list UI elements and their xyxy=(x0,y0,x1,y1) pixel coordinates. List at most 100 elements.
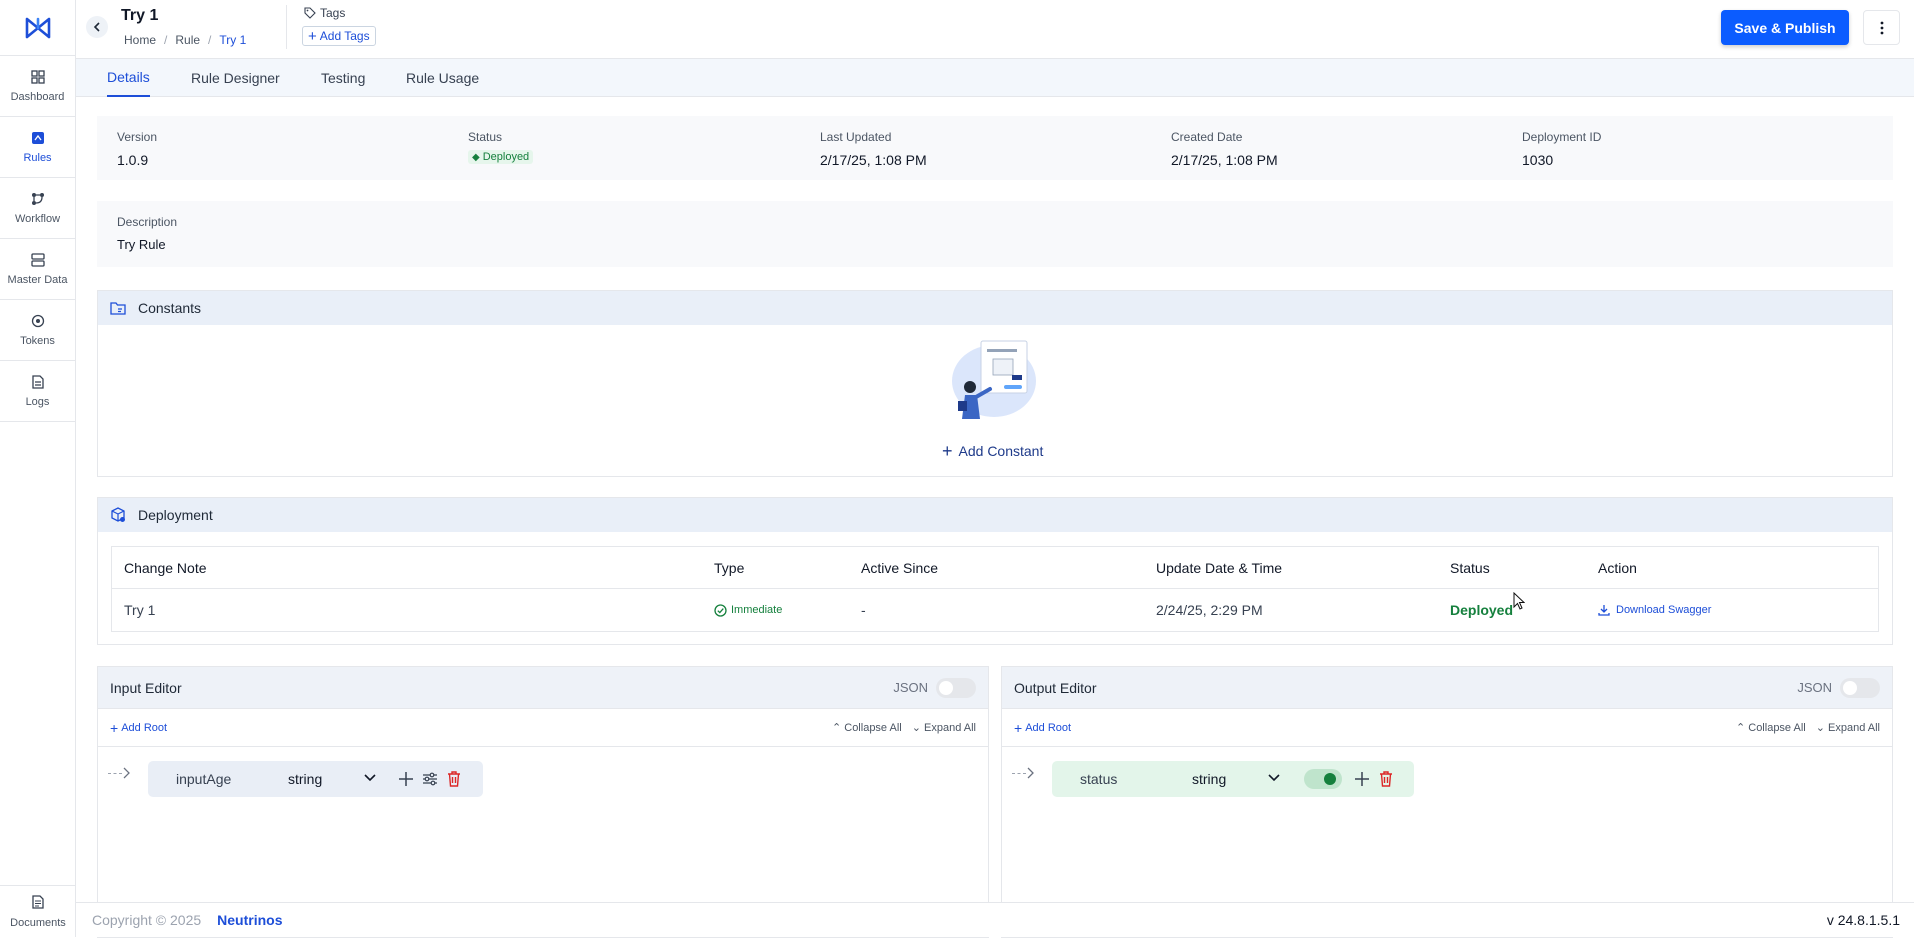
collapse-all-button[interactable]: ⌃ Collapse All xyxy=(832,721,902,734)
download-swagger-link[interactable]: Download Swagger xyxy=(1598,589,1711,631)
chevron-down-icon[interactable] xyxy=(364,774,376,782)
tree-connector xyxy=(108,773,122,774)
column-header-change-note: Change Note xyxy=(124,560,207,576)
deployment-title: Deployment xyxy=(138,507,213,523)
add-root-button[interactable]: + Add Root xyxy=(110,721,167,735)
json-toggle-label: JSON xyxy=(893,680,928,695)
sidebar-item-label: Tokens xyxy=(20,335,55,347)
output-editor-toolbar: + Add Root ⌃ Collapse All ⌄ Expand All xyxy=(1002,709,1892,747)
constants-title: Constants xyxy=(138,300,202,316)
sidebar-item-label: Rules xyxy=(23,152,52,164)
plus-icon: + xyxy=(110,719,119,736)
deployment-id-field: Deployment ID 1030 xyxy=(1522,130,1601,168)
json-toggle[interactable] xyxy=(936,677,976,698)
output-editor-header: Output Editor JSON xyxy=(1002,667,1892,709)
app-version: v 24.8.1.5.1 xyxy=(1826,912,1900,928)
collapse-all-button[interactable]: ⌃ Collapse All xyxy=(1736,721,1806,734)
chevron-up-icon: ⌃ xyxy=(1735,722,1746,734)
column-header-active-since: Active Since xyxy=(861,560,939,576)
node-type-select[interactable]: string xyxy=(288,771,322,787)
node-name[interactable]: inputAge xyxy=(176,771,231,787)
breadcrumb-home[interactable]: Home xyxy=(124,33,156,47)
expand-all-button[interactable]: ⌄ Expand All xyxy=(1816,721,1880,734)
sidebar-item-workflow[interactable]: Workflow xyxy=(0,178,75,239)
save-publish-button[interactable]: Save & Publish xyxy=(1721,10,1849,45)
trash-icon[interactable] xyxy=(1379,771,1393,787)
add-tags-label: Add Tags xyxy=(319,29,370,43)
sidebar-item-tokens[interactable]: Tokens xyxy=(0,300,75,361)
neutrinos-logo-icon xyxy=(25,17,50,38)
breadcrumb-rule[interactable]: Rule xyxy=(175,33,200,47)
chevron-right-icon[interactable] xyxy=(1027,767,1035,779)
expand-all-button[interactable]: ⌄ Expand All xyxy=(912,721,976,734)
plus-icon: + xyxy=(1014,719,1023,736)
sidebar-item-rules[interactable]: Rules xyxy=(0,117,75,178)
status-cell: Deployed xyxy=(1450,602,1514,618)
created-date-value: 2/17/25, 1:08 PM xyxy=(1171,152,1278,168)
json-toggle-group: JSON xyxy=(893,677,976,698)
sidebar-item-master-data[interactable]: Master Data xyxy=(0,239,75,300)
chevron-right-icon[interactable] xyxy=(123,767,131,779)
sidebar-item-label: Dashboard xyxy=(10,91,65,103)
description-card: Description Try Rule xyxy=(97,201,1893,267)
version-label: Version xyxy=(117,130,158,144)
more-options-button[interactable] xyxy=(1863,10,1900,45)
node-type-select[interactable]: string xyxy=(1192,771,1226,787)
logo[interactable] xyxy=(0,0,75,56)
tab-testing[interactable]: Testing xyxy=(321,59,365,97)
description-value: Try Rule xyxy=(117,237,166,252)
column-header-status: Status xyxy=(1450,560,1490,576)
sidebar-item-label: Logs xyxy=(25,396,50,408)
footer: Copyright © 2025 Neutrinos v 24.8.1.5.1 xyxy=(76,902,1914,937)
tab-rule-designer[interactable]: Rule Designer xyxy=(191,59,280,97)
sidebar-item-logs[interactable]: Logs xyxy=(0,361,75,422)
breadcrumb: Home / Rule / Try 1 xyxy=(124,33,246,47)
column-header-action: Action xyxy=(1598,560,1637,576)
add-root-button[interactable]: + Add Root xyxy=(1014,721,1071,735)
toggle-knob xyxy=(1324,773,1336,785)
more-vertical-icon xyxy=(1880,21,1883,34)
type-value: Immediate xyxy=(731,604,783,616)
sidebar-item-documents[interactable]: Documents xyxy=(0,885,76,937)
sidebar-item-dashboard[interactable]: Dashboard xyxy=(0,56,75,117)
output-node[interactable]: status string xyxy=(1052,761,1414,797)
documents-label: Documents xyxy=(10,916,66,929)
status-value: Deployed xyxy=(482,151,530,163)
back-button[interactable] xyxy=(86,16,108,38)
trash-icon[interactable] xyxy=(447,771,461,787)
divider xyxy=(286,5,287,49)
node-active-toggle[interactable] xyxy=(1304,769,1342,789)
expand-all-label: Expand All xyxy=(1828,722,1880,734)
input-editor-header: Input Editor JSON xyxy=(98,667,988,709)
add-tags-button[interactable]: + Add Tags xyxy=(302,26,376,46)
plus-icon: + xyxy=(308,27,317,45)
json-toggle-group: JSON xyxy=(1797,677,1880,698)
chevron-down-icon[interactable] xyxy=(1268,774,1280,782)
tab-rule-usage[interactable]: Rule Usage xyxy=(406,59,479,97)
documents-icon xyxy=(31,894,45,912)
json-toggle[interactable] xyxy=(1840,677,1880,698)
download-icon xyxy=(1598,605,1610,616)
json-toggle-label: JSON xyxy=(1797,680,1832,695)
status-badge: ◆ Deployed xyxy=(468,150,534,164)
constants-section: Constants + Add Constant xyxy=(97,290,1893,477)
input-node[interactable]: inputAge string xyxy=(148,761,483,797)
settings-sliders-icon[interactable] xyxy=(422,772,438,786)
add-constant-button[interactable]: + Add Constant xyxy=(942,442,1043,460)
brand-link[interactable]: Neutrinos xyxy=(217,912,282,928)
folder-icon xyxy=(110,302,126,315)
add-child-icon[interactable] xyxy=(1354,771,1370,787)
add-child-icon[interactable] xyxy=(398,771,414,787)
collapse-all-label: Collapse All xyxy=(844,722,902,734)
sidebar: Dashboard Rules Workflow Master Data Tok… xyxy=(0,0,76,937)
deployment-table: Change Note Type Active Since Update Dat… xyxy=(111,546,1879,632)
deployment-id-value: 1030 xyxy=(1522,152,1554,168)
tab-details[interactable]: Details xyxy=(107,59,150,97)
workflow-icon xyxy=(30,191,46,207)
node-name[interactable]: status xyxy=(1080,771,1117,787)
breadcrumb-separator: / xyxy=(164,33,168,47)
deployment-header: Deployment xyxy=(98,498,1892,532)
description-field: Description Try Rule xyxy=(117,215,177,252)
check-circle-icon xyxy=(714,603,727,617)
column-header-update-date: Update Date & Time xyxy=(1156,560,1283,576)
